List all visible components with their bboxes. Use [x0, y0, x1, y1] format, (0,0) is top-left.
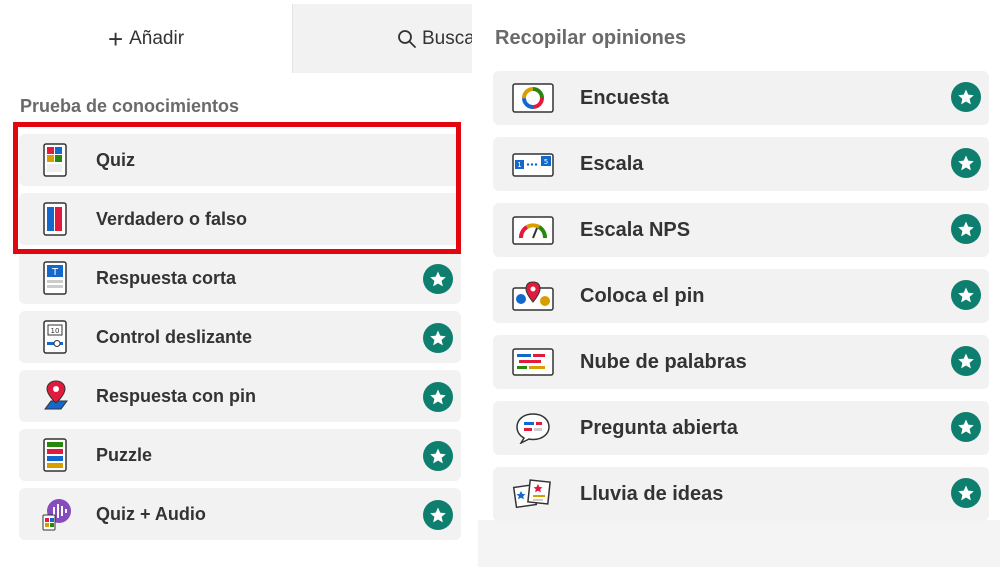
- quiz-audio-icon: [42, 499, 71, 531]
- tab-add[interactable]: + Añadir: [0, 4, 292, 73]
- true-false-icon: [43, 202, 67, 236]
- list-item-label: Puzzle: [96, 444, 153, 465]
- list-item-label: Quiz + Audio: [96, 503, 206, 524]
- premium-star-icon: [951, 478, 981, 508]
- quiz-icon: [43, 143, 67, 177]
- list-item-drop-pin[interactable]: Coloca el pin: [493, 269, 989, 323]
- tab-search[interactable]: Busca: [292, 4, 472, 73]
- list-item-label: Respuesta con pin: [96, 385, 257, 406]
- svg-text:T: T: [51, 267, 59, 278]
- brainstorm-icon: [512, 479, 551, 509]
- list-item-scale[interactable]: 15 Escala: [493, 137, 989, 191]
- pin-answer-icon: [44, 380, 68, 410]
- slider-icon: 10: [43, 320, 67, 354]
- list-item-puzzle[interactable]: Puzzle: [19, 429, 461, 481]
- premium-star-icon: [951, 82, 981, 112]
- premium-star-icon: [951, 148, 981, 178]
- list-item-label: Escala NPS: [580, 218, 691, 241]
- list-item-label: Nube de palabras: [580, 350, 747, 373]
- list-item-brainstorm[interactable]: Lluvia de ideas: [493, 467, 989, 521]
- section-title-quiz: Prueba de conocimientos: [20, 96, 240, 116]
- word-cloud-icon: [512, 348, 554, 376]
- list-item-label: Verdadero o falso: [96, 208, 248, 229]
- tab-bar: + Añadir Busca: [0, 4, 472, 73]
- list-item-label: Escala: [580, 152, 644, 175]
- list-item-pin-answer[interactable]: Respuesta con pin: [19, 370, 461, 422]
- plus-icon: +: [107, 23, 124, 54]
- svg-text:10: 10: [51, 327, 60, 335]
- right-panel-footer: [478, 520, 1000, 567]
- poll-icon: [512, 83, 554, 113]
- premium-star-icon: [423, 264, 453, 294]
- puzzle-icon: [43, 438, 67, 472]
- svg-text:1: 1: [517, 161, 521, 169]
- list-item-true-false[interactable]: Verdadero o falso: [19, 193, 461, 245]
- scale-icon: 15: [512, 153, 554, 177]
- premium-star-icon: [951, 412, 981, 442]
- left-panel: + Añadir Busca Prueba de conocimientos Q…: [0, 0, 472, 567]
- nps-scale-icon: [512, 216, 554, 245]
- open-ended-icon: [516, 413, 550, 444]
- list-item-nps-scale[interactable]: Escala NPS: [493, 203, 989, 257]
- svg-text:5: 5: [544, 158, 548, 166]
- short-answer-icon: T: [43, 261, 67, 295]
- list-item-label: Encuesta: [580, 86, 669, 109]
- list-item-quiz-audio[interactable]: Quiz + Audio: [19, 488, 461, 540]
- list-item-open-ended[interactable]: Pregunta abierta: [493, 401, 989, 455]
- premium-star-icon: [423, 382, 453, 412]
- list-item-label: Respuesta corta: [96, 267, 237, 288]
- list-item-word-cloud[interactable]: Nube de palabras: [493, 335, 989, 389]
- list-item-poll[interactable]: Encuesta: [493, 71, 989, 125]
- premium-star-icon: [423, 441, 453, 471]
- list-item-label: Lluvia de ideas: [580, 482, 724, 505]
- premium-star-icon: [951, 280, 981, 310]
- list-item-label: Coloca el pin: [580, 284, 705, 307]
- premium-star-icon: [423, 323, 453, 353]
- premium-star-icon: [423, 500, 453, 530]
- premium-star-icon: [951, 214, 981, 244]
- list-item-quiz[interactable]: Quiz: [19, 134, 461, 186]
- list-item-label: Control deslizante: [96, 326, 253, 347]
- list-item-short-answer[interactable]: T Respuesta corta: [19, 252, 461, 304]
- drop-pin-icon: [512, 281, 554, 311]
- list-item-label: Pregunta abierta: [580, 416, 738, 439]
- tab-search-label: Busca: [422, 27, 472, 49]
- search-icon: [398, 29, 416, 48]
- section-title-feedback: Recopilar opiniones: [495, 27, 687, 49]
- tab-add-label: Añadir: [129, 27, 185, 49]
- premium-star-icon: [951, 346, 981, 376]
- list-item-label: Quiz: [96, 149, 135, 170]
- list-item-slider[interactable]: 10 Control deslizante: [19, 311, 461, 363]
